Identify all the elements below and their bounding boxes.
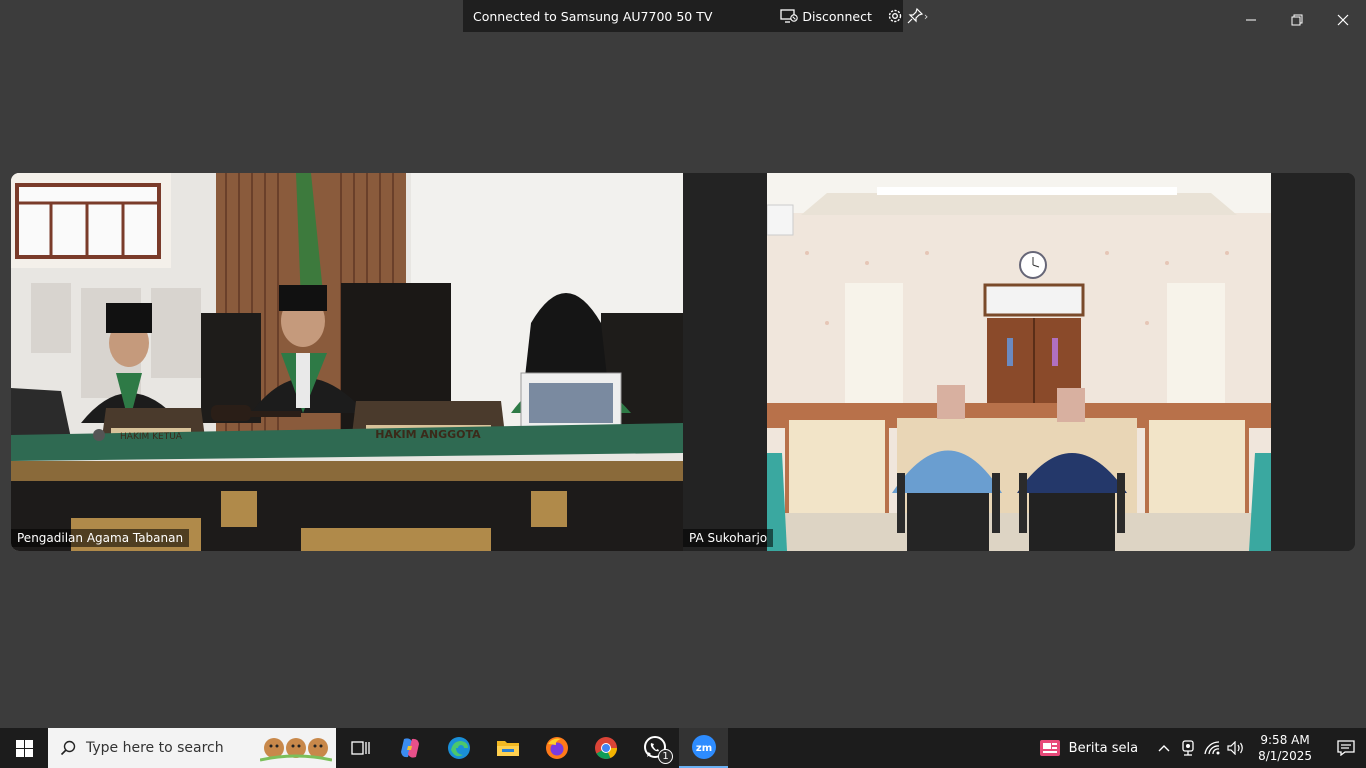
volume-button[interactable] <box>1224 728 1248 768</box>
chrome-icon <box>594 737 617 759</box>
folder-icon <box>496 741 519 756</box>
notification-icon <box>1337 740 1355 756</box>
notification-center-button[interactable] <box>1326 728 1366 768</box>
close-button[interactable] <box>1320 0 1366 40</box>
taskbar: Type here to search 1 zm Berita sela 9:5… <box>0 728 1366 768</box>
meet-now-button[interactable] <box>1176 728 1200 768</box>
bench-plate-right: HAKIM ANGGOTA <box>375 428 481 441</box>
copilot-button[interactable] <box>385 728 434 768</box>
minimize-icon <box>1246 19 1256 21</box>
clock-button[interactable]: 9:58 AM 8/1/2025 <box>1248 732 1326 764</box>
settings-button[interactable] <box>886 4 904 28</box>
bench-plate-left: HAKIM KETUA <box>120 432 183 442</box>
network-button[interactable] <box>1200 728 1224 768</box>
participant-name-right: PA Sukoharjo <box>683 529 774 547</box>
clock-date: 8/1/2025 <box>1258 749 1312 763</box>
webcam-icon <box>1182 740 1194 756</box>
cast-banner: Connected to Samsung AU7700 50 TV Discon… <box>463 0 928 32</box>
news-label: Berita sela <box>1068 740 1139 756</box>
whatsapp-unread-badge: 1 <box>658 749 673 764</box>
video-tile-left[interactable]: HAKIM KETUA HAKIM ANGGOTA Pengadilan Aga… <box>11 173 683 551</box>
firefox-button[interactable] <box>532 728 581 768</box>
news-icon <box>1039 740 1060 756</box>
hall-video-image <box>767 173 1271 551</box>
disconnect-button[interactable]: Disconnect <box>780 8 872 24</box>
task-view-icon <box>350 741 370 755</box>
clock-time: 9:58 AM <box>1260 733 1310 747</box>
gear-icon <box>888 9 902 23</box>
search-icon <box>60 740 76 756</box>
minimize-button[interactable] <box>1228 0 1274 40</box>
participant-name-left: Pengadilan Agama Tabanan <box>11 529 190 547</box>
pin-button[interactable] <box>906 4 924 28</box>
cast-status-text: Connected to Samsung AU7700 50 TV <box>473 8 713 24</box>
search-highlight-illustration-icon <box>260 738 332 762</box>
system-tray: Berita sela 9:58 AM 8/1/2025 <box>1025 728 1366 768</box>
zoom-button[interactable]: zm <box>679 728 728 768</box>
chrome-button[interactable] <box>581 728 630 768</box>
zoom-icon: zm <box>691 735 716 759</box>
taskbar-search-box[interactable]: Type here to search <box>48 728 336 768</box>
search-placeholder: Type here to search <box>86 740 224 756</box>
disconnect-label: Disconnect <box>802 8 872 24</box>
edge-button[interactable] <box>434 728 483 768</box>
show-hidden-icons-button[interactable] <box>1152 728 1176 768</box>
cast-disconnect-icon <box>780 9 799 23</box>
start-button[interactable] <box>0 728 48 768</box>
chevron-up-icon <box>1158 745 1170 752</box>
wifi-icon <box>1204 741 1220 755</box>
task-view-button[interactable] <box>336 728 385 768</box>
window-controls <box>1228 0 1366 40</box>
firefox-icon <box>545 737 568 759</box>
pin-icon <box>907 7 923 24</box>
close-icon <box>1337 14 1349 26</box>
svg-text:zm: zm <box>695 743 711 754</box>
edge-icon <box>447 737 470 759</box>
whatsapp-button[interactable]: 1 <box>630 728 679 768</box>
video-gallery: HAKIM KETUA HAKIM ANGGOTA Pengadilan Aga… <box>11 173 1355 551</box>
chevron-right-icon[interactable]: › <box>924 10 928 23</box>
restore-icon <box>1291 14 1303 26</box>
bench-plate-text: HAKIM KETUA HAKIM ANGGOTA <box>120 428 481 442</box>
file-explorer-button[interactable] <box>483 728 532 768</box>
news-widget-button[interactable]: Berita sela <box>1025 738 1152 758</box>
windows-logo-icon <box>15 739 33 757</box>
video-tile-right[interactable]: PA Sukoharjo <box>683 173 1355 551</box>
speaker-icon <box>1227 741 1243 755</box>
copilot-icon <box>400 738 419 758</box>
restore-button[interactable] <box>1274 0 1320 40</box>
